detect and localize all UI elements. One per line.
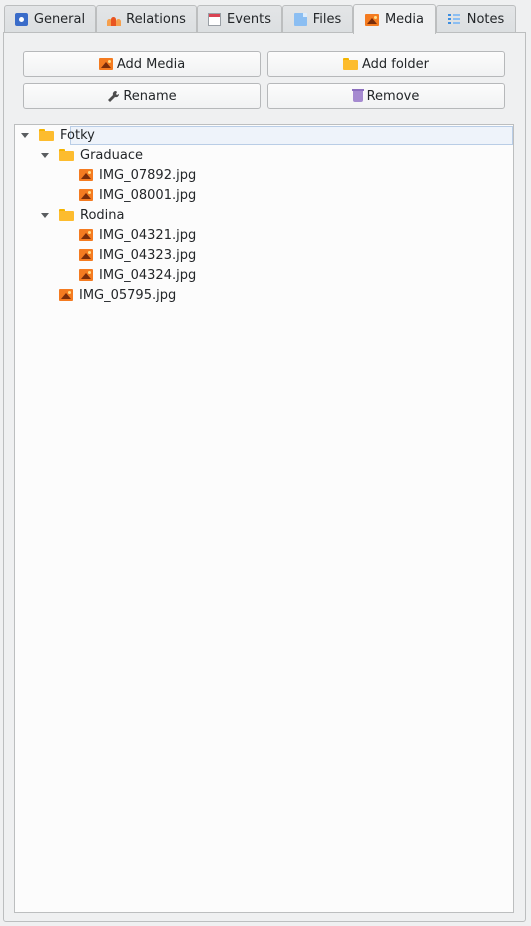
- rename-label: Rename: [123, 88, 177, 104]
- image-icon: [98, 58, 113, 70]
- image-icon: [364, 13, 379, 26]
- tree-item-label: IMG_08001.jpg: [99, 187, 197, 203]
- tab-label: Events: [226, 11, 271, 27]
- trash-icon: [351, 89, 364, 102]
- image-icon: [79, 249, 93, 261]
- tab-general[interactable]: General: [4, 5, 96, 32]
- tree-item-label: IMG_05795.jpg: [79, 287, 177, 303]
- folder-icon: [59, 149, 74, 161]
- tree-item-file[interactable]: IMG_04323.jpg: [79, 245, 196, 265]
- expand-arrow-icon[interactable]: [21, 133, 29, 138]
- list-icon: [447, 13, 461, 26]
- tab-label: Media: [384, 12, 425, 27]
- tree-item-folder[interactable]: Graduace: [59, 145, 143, 165]
- tree-item-file[interactable]: IMG_04321.jpg: [79, 225, 196, 245]
- people-icon: [107, 13, 122, 26]
- add-folder-button[interactable]: Add folder: [267, 51, 505, 77]
- add-media-label: Add Media: [116, 56, 186, 72]
- tree-item-label: IMG_04321.jpg: [99, 227, 197, 243]
- tree-item-label: Fotky: [60, 127, 95, 143]
- image-icon: [79, 229, 93, 241]
- add-media-button[interactable]: Add Media: [23, 51, 261, 77]
- image-icon: [79, 169, 93, 181]
- wrench-icon: [107, 90, 120, 103]
- tree-item-label: IMG_04324.jpg: [99, 267, 197, 283]
- tab-media[interactable]: Media: [353, 4, 436, 34]
- expand-arrow-icon[interactable]: [41, 213, 49, 218]
- folder-icon: [39, 129, 54, 141]
- folder-icon: [342, 58, 358, 70]
- image-icon: [79, 189, 93, 201]
- tree-item-label: IMG_04323.jpg: [99, 247, 197, 263]
- tree-item-label: Rodina: [80, 207, 125, 223]
- remove-label: Remove: [366, 88, 420, 104]
- add-folder-label: Add folder: [361, 56, 430, 72]
- tab-relations[interactable]: Relations: [96, 5, 197, 32]
- tab-label: General: [33, 11, 86, 27]
- expand-arrow-icon[interactable]: [41, 153, 49, 158]
- tab-bar: General Relations Events Files Media Not…: [4, 4, 527, 34]
- gear-icon: [14, 12, 28, 26]
- file-icon: [293, 12, 307, 26]
- tab-files[interactable]: Files: [282, 5, 353, 32]
- tree-item-label: Graduace: [80, 147, 143, 163]
- image-icon: [59, 289, 73, 301]
- tree-item-folder[interactable]: Rodina: [59, 205, 124, 225]
- calendar-icon: [207, 12, 221, 26]
- selection-highlight: [70, 126, 513, 145]
- tab-notes[interactable]: Notes: [436, 5, 516, 32]
- tab-events[interactable]: Events: [197, 5, 282, 32]
- tree-item-file[interactable]: IMG_07892.jpg: [79, 165, 196, 185]
- tree-item-file[interactable]: IMG_05795.jpg: [59, 285, 176, 305]
- tab-label: Files: [312, 11, 342, 27]
- media-tree[interactable]: Fotky Graduace IMG_07892.jpg IMG_08001.j…: [14, 124, 514, 913]
- rename-button[interactable]: Rename: [23, 83, 261, 109]
- tree-item-folder[interactable]: Fotky: [39, 125, 95, 145]
- folder-icon: [59, 209, 74, 221]
- image-icon: [79, 269, 93, 281]
- tree-item-file[interactable]: IMG_08001.jpg: [79, 185, 196, 205]
- tree-item-file[interactable]: IMG_04324.jpg: [79, 265, 196, 285]
- tab-label: Relations: [126, 11, 186, 27]
- remove-button[interactable]: Remove: [267, 83, 505, 109]
- tab-label: Notes: [466, 11, 505, 27]
- tree-item-label: IMG_07892.jpg: [99, 167, 197, 183]
